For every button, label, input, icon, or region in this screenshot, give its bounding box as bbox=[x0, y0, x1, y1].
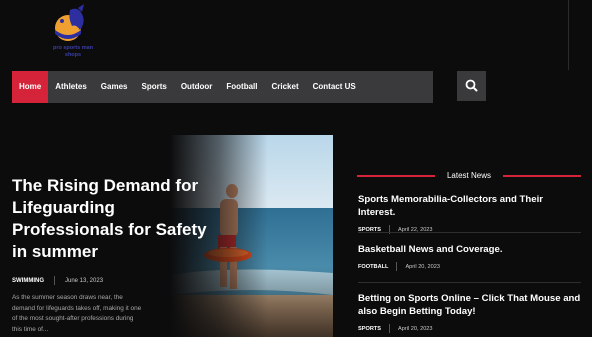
nav-item-cricket[interactable]: Cricket bbox=[264, 71, 305, 103]
nav-item-outdoor[interactable]: Outdoor bbox=[174, 71, 220, 103]
nav-item-football[interactable]: Football bbox=[219, 71, 264, 103]
latest-news-title: Latest News bbox=[446, 171, 492, 180]
meta-separator bbox=[389, 324, 391, 333]
news-item: Basketball News and Coverage. FOOTBALL A… bbox=[358, 243, 581, 271]
hero-title[interactable]: The Rising Demand for Lifeguarding Profe… bbox=[12, 175, 207, 263]
news-title[interactable]: Sports Memorabilia-Collectors and Their … bbox=[358, 193, 581, 219]
search-icon bbox=[465, 79, 478, 92]
news-item: Betting on Sports Online – Click That Mo… bbox=[358, 292, 581, 333]
news-category[interactable]: SPORTS bbox=[358, 326, 381, 332]
news-meta: SPORTS April 20, 2023 bbox=[358, 324, 581, 333]
news-date: April 20, 2023 bbox=[398, 325, 433, 332]
news-category[interactable]: FOOTBALL bbox=[358, 264, 388, 270]
hero-meta: SWIMMING June 13, 2023 bbox=[12, 276, 103, 285]
logo-text: pro sports man shops bbox=[52, 45, 94, 58]
news-item: Sports Memorabilia-Collectors and Their … bbox=[358, 193, 581, 234]
site-logo[interactable]: pro sports man shops bbox=[48, 4, 98, 68]
search-button[interactable] bbox=[457, 71, 486, 101]
news-divider bbox=[358, 232, 581, 233]
meta-separator bbox=[396, 262, 398, 271]
nav-item-games[interactable]: Games bbox=[94, 71, 135, 103]
hero-date: June 13, 2023 bbox=[65, 277, 104, 284]
logo-emblem-icon bbox=[55, 4, 84, 41]
nav-item-sports[interactable]: Sports bbox=[134, 71, 173, 103]
news-title[interactable]: Basketball News and Coverage. bbox=[358, 243, 581, 256]
header-divider bbox=[568, 0, 569, 70]
nav-item-contact[interactable]: Contact US bbox=[306, 71, 363, 103]
nav-item-athletes[interactable]: Athletes bbox=[48, 71, 94, 103]
news-title[interactable]: Betting on Sports Online – Click That Mo… bbox=[358, 292, 581, 318]
hero-category[interactable]: SWIMMING bbox=[12, 278, 44, 284]
heading-line-right bbox=[503, 175, 581, 177]
heading-line-left bbox=[357, 175, 435, 177]
nav-item-home[interactable]: Home bbox=[12, 71, 49, 103]
main-navbar: Home Athletes Games Sports Outdoor Footb… bbox=[12, 71, 433, 103]
news-date: April 20, 2023 bbox=[405, 263, 440, 270]
hero-excerpt: As the summer season draws near, the dem… bbox=[12, 294, 142, 333]
latest-news-heading: Latest News bbox=[357, 170, 581, 182]
news-meta: FOOTBALL April 20, 2023 bbox=[358, 262, 581, 271]
meta-separator bbox=[54, 276, 55, 285]
news-divider bbox=[358, 282, 581, 283]
